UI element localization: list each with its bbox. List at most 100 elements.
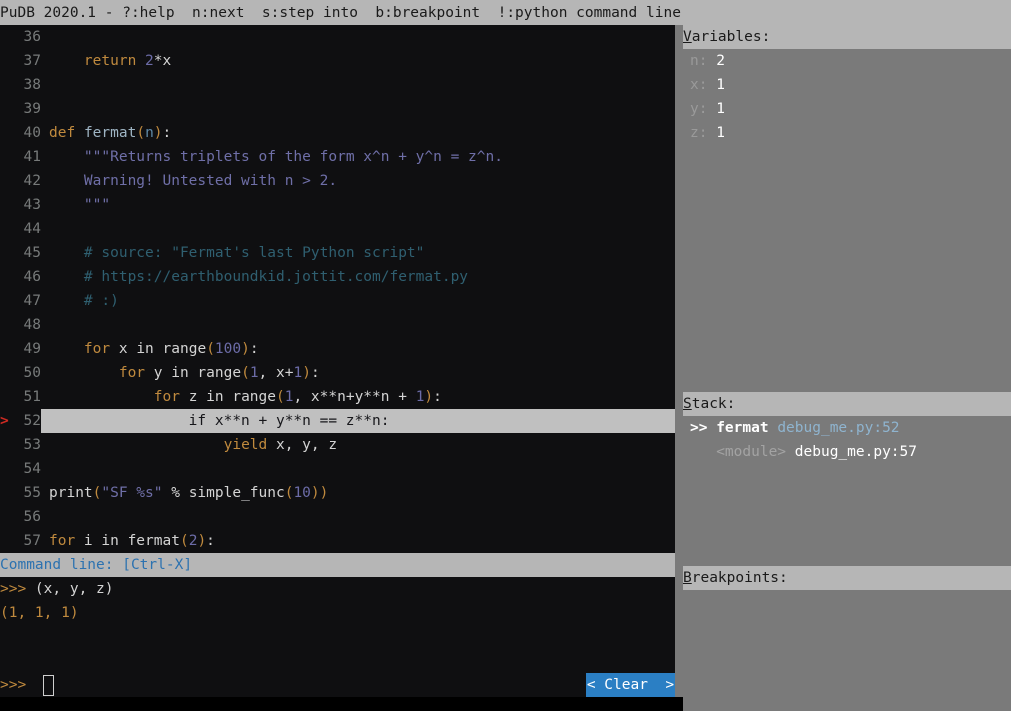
code-line[interactable]: 55 print("SF %s" % simple_func(10)) bbox=[0, 481, 675, 505]
code-token-op: *x bbox=[153, 53, 172, 69]
code-line-source: for x in range(100): bbox=[41, 337, 675, 361]
code-token-punct: ) bbox=[424, 389, 434, 405]
code-token-plain: in bbox=[136, 341, 154, 357]
command-line-input-row[interactable]: >>> bbox=[0, 673, 675, 697]
code-line[interactable]: 47 # :) bbox=[0, 289, 675, 313]
code-line-source: for y in range(1, x+1): bbox=[41, 361, 675, 385]
current-frame-marker-icon: >> bbox=[690, 420, 717, 436]
clear-button-label: < Clear > bbox=[586, 677, 675, 693]
code-line[interactable]: 50 for y in range(1, x+1): bbox=[0, 361, 675, 385]
variables-title-rest: ariables: bbox=[691, 29, 771, 45]
code-token-kw: yield bbox=[223, 437, 268, 453]
stack-frame-function: <module> bbox=[716, 444, 795, 460]
code-line-source bbox=[41, 25, 675, 49]
line-number: 36 bbox=[23, 29, 41, 45]
code-token-punct: ( bbox=[241, 365, 250, 381]
history-text: (1, 1, 1) bbox=[0, 605, 79, 621]
code-token-doc: """Returns triplets of the form x^n + y^… bbox=[83, 149, 503, 165]
code-line[interactable]: 36 bbox=[0, 25, 675, 49]
line-number: 56 bbox=[23, 509, 41, 525]
stack-panel-title: Stack: bbox=[683, 392, 1011, 416]
code-line-source bbox=[41, 217, 675, 241]
line-number: 48 bbox=[23, 317, 41, 333]
code-token-plain: x, y, z bbox=[267, 437, 338, 453]
variable-row[interactable]: y: 1 bbox=[683, 97, 1011, 121]
code-line[interactable]: 39 bbox=[0, 97, 675, 121]
code-token-arg: n bbox=[145, 125, 154, 141]
code-line[interactable]: 46 # https://earthboundkid.jottit.com/fe… bbox=[0, 265, 675, 289]
stack-title-initial: S bbox=[683, 396, 692, 412]
variable-name: z: bbox=[690, 125, 717, 141]
line-number: 55 bbox=[23, 485, 41, 501]
code-line-source bbox=[41, 73, 675, 97]
code-token-str: "SF %s" bbox=[101, 485, 163, 501]
code-token-plain: : bbox=[162, 125, 172, 141]
stack-frame-row[interactable]: <module> debug_me.py:57 bbox=[683, 440, 1011, 464]
code-line[interactable]: 40 def fermat(n): bbox=[0, 121, 675, 145]
code-token-num: 1 bbox=[293, 365, 303, 381]
stack-frame-row[interactable]: >> fermat debug_me.py:52 bbox=[683, 416, 1011, 440]
code-line-source: for i in fermat(2): bbox=[41, 529, 675, 553]
stack-panel-body[interactable]: >> fermat debug_me.py:52 <module> debug_… bbox=[683, 416, 1011, 558]
command-line-header: Command line: [Ctrl-X] bbox=[0, 553, 675, 577]
code-token-plain: % simple_func bbox=[162, 485, 285, 501]
code-line[interactable]: 49 for x in range(100): bbox=[0, 337, 675, 361]
code-line[interactable]: 54 bbox=[0, 457, 675, 481]
line-number: 41 bbox=[23, 149, 41, 165]
stack-frame-location: debug_me.py:57 bbox=[794, 444, 917, 460]
frame-marker-slot bbox=[690, 440, 716, 464]
command-line-output[interactable]: >>> (x, y, z) (1, 1, 1) >>> < Clear > bbox=[0, 577, 675, 697]
variables-panel-body[interactable]: n: 2 x: 1 y: 1 z: 1 bbox=[683, 49, 1011, 384]
stack-frame-location: debug_me.py:52 bbox=[777, 420, 900, 436]
code-line[interactable]: 37 return 2*x bbox=[0, 49, 675, 73]
variable-row[interactable]: x: 1 bbox=[683, 73, 1011, 97]
code-line[interactable]: 51 for z in range(1, x**n+y**n + 1): bbox=[0, 385, 675, 409]
code-token-plain: x bbox=[110, 341, 137, 357]
variable-row[interactable]: z: 1 bbox=[683, 121, 1011, 145]
line-number: 42 bbox=[23, 173, 41, 189]
command-line-prompt: >>> bbox=[0, 677, 35, 693]
panel-gap-1 bbox=[683, 384, 1011, 392]
panel-gap-2 bbox=[683, 558, 1011, 566]
line-number: 37 bbox=[23, 53, 41, 69]
code-line[interactable]: 42 Warning! Untested with n > 2. bbox=[0, 169, 675, 193]
code-token-kw: for bbox=[118, 365, 146, 381]
code-token-plain: : bbox=[433, 389, 442, 405]
code-line[interactable]: 53 yield x, y, z bbox=[0, 433, 675, 457]
code-line[interactable]: 57 for i in fermat(2): bbox=[0, 529, 675, 553]
breakpoints-panel-body[interactable] bbox=[683, 590, 1011, 711]
left-column: 36 37 return 2*x 38 39 40 def fermat(n): 41 ""… bbox=[0, 25, 675, 697]
variable-row[interactable]: n: 2 bbox=[683, 49, 1011, 73]
source-code-pane[interactable]: 36 37 return 2*x 38 39 40 def fermat(n): 41 ""… bbox=[0, 25, 675, 553]
code-line[interactable]: 43 """ bbox=[0, 193, 675, 217]
breakpoints-title-initial: B bbox=[683, 570, 692, 586]
code-line[interactable]: 38 bbox=[0, 73, 675, 97]
code-line[interactable]: 45 # source: "Fermat's last Python scrip… bbox=[0, 241, 675, 265]
code-line-source: # https://earthboundkid.jottit.com/ferma… bbox=[41, 265, 675, 289]
code-token-plain: : bbox=[310, 365, 320, 381]
code-line[interactable]: 41 """Returns triplets of the form x^n +… bbox=[0, 145, 675, 169]
code-line-source bbox=[41, 313, 675, 337]
code-line[interactable]: >52 if x**n + y**n == z**n: bbox=[0, 409, 675, 433]
clear-button[interactable]: < Clear > bbox=[586, 673, 675, 697]
code-line[interactable]: 56 bbox=[0, 505, 675, 529]
line-number: 38 bbox=[23, 77, 41, 93]
code-token-plain: if x**n + y**n == z**n: bbox=[49, 413, 390, 429]
text-cursor[interactable] bbox=[42, 674, 54, 696]
code-token-comment: # source: "Fermat's last Python script" bbox=[83, 245, 425, 261]
code-line[interactable]: 48 bbox=[0, 313, 675, 337]
code-token-punct: ( bbox=[276, 389, 285, 405]
variable-name: n: bbox=[690, 53, 717, 69]
code-token-plain: : bbox=[249, 341, 259, 357]
code-line[interactable]: 44 bbox=[0, 217, 675, 241]
stack-frame-function: fermat bbox=[716, 420, 778, 436]
code-token-plain: , x+ bbox=[258, 365, 294, 381]
code-token-doc: Warning! Untested with n > 2. bbox=[83, 173, 338, 189]
code-token-plain: : bbox=[206, 533, 215, 549]
stack-title-rest: tack: bbox=[691, 396, 736, 412]
